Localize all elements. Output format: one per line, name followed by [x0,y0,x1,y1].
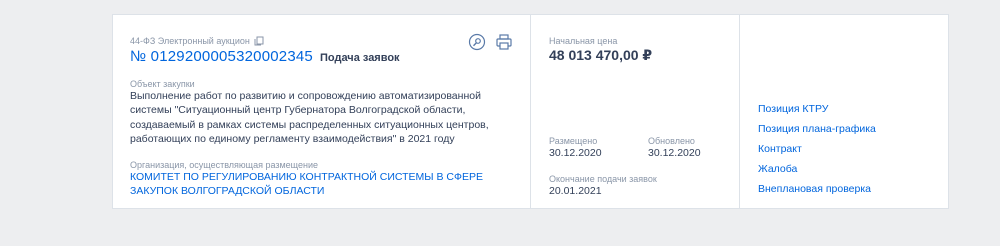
deadline-date: 20.01.2021 [549,185,602,197]
link-plan-schedule-position[interactable]: Позиция плана-графика [758,123,876,135]
object-description: Выполнение работ по развитию и сопровожд… [130,90,489,146]
price-label: Начальная цена [549,36,618,46]
purchase-card: 44-ФЗ Электронный аукцион № 012920000532… [112,14,949,209]
object-label: Объект закупки [130,79,195,89]
link-ktru-position[interactable]: Позиция КТРУ [758,103,828,115]
purchase-main-column: 44-ФЗ Электронный аукцион № 012920000532… [113,15,531,208]
status-badge: Подача заявок [320,52,400,64]
price-value: 48 013 470,00 ₽ [549,47,653,63]
organization-link[interactable]: КОМИТЕТ ПО РЕГУЛИРОВАНИЮ КОНТРАКТНОЙ СИС… [130,170,510,199]
law-type: 44-ФЗ Электронный аукцион [130,36,264,46]
print-icon[interactable] [495,33,513,51]
link-complaint[interactable]: Жалоба [758,163,797,175]
links-column: Позиция КТРУ Позиция плана-графика Контр… [740,15,948,208]
updated-label: Обновлено [648,136,695,146]
price-column: Начальная цена 48 013 470,00 ₽ Размещено… [531,15,740,208]
posted-label: Размещено [549,136,598,146]
copy-icon[interactable] [254,36,264,46]
updated-date: 30.12.2020 [648,147,701,159]
registry-number-link[interactable]: № 0129200005320002345 [130,48,313,65]
posted-date: 30.12.2020 [549,147,602,159]
search-doc-icon[interactable] [468,33,486,51]
deadline-label: Окончание подачи заявок [549,174,657,184]
organization-label: Организация, осуществляющая размещение [130,160,318,170]
link-unscheduled-inspection[interactable]: Внеплановая проверка [758,183,871,195]
law-type-label: 44-ФЗ Электронный аукцион [130,36,250,46]
link-contract[interactable]: Контракт [758,143,802,155]
